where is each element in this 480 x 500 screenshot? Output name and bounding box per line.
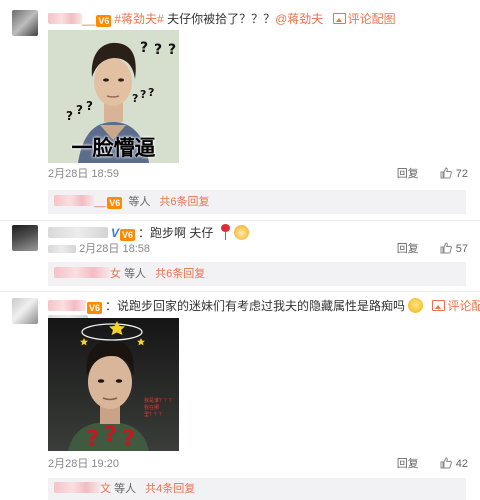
avatar[interactable] <box>12 298 38 324</box>
replies-count-link[interactable]: 共6条回复 <box>155 268 205 280</box>
time: 18:59 <box>91 168 119 180</box>
time: 18:58 <box>122 243 151 255</box>
thumbs-up-icon <box>440 167 452 179</box>
svg-text:?: ? <box>168 42 176 58</box>
comment-actions: 回复 57 <box>397 242 468 256</box>
svg-text:?: ? <box>66 109 73 123</box>
comment-image[interactable]: ? ? ? 我是谁？？？我在哪里？？？ <box>48 318 179 451</box>
reply-username-suffix: 女 <box>110 268 121 280</box>
vip-crown-icon: V6 <box>96 15 112 27</box>
username-blurred[interactable] <box>48 13 82 24</box>
comment-timestamp: 2月28日 18:59 <box>48 167 119 181</box>
replies-count-link[interactable]: 共4条回复 <box>145 483 195 495</box>
lost-man-meme: ? ? ? <box>48 318 179 451</box>
reply-username-suffix: __ <box>94 196 107 208</box>
svg-text:?: ? <box>104 423 117 448</box>
reply-username-blurred <box>54 195 94 206</box>
svg-text:?: ? <box>86 427 99 451</box>
thumbs-up-icon <box>440 457 452 469</box>
reply-button[interactable]: 回复 <box>397 168 419 180</box>
mention-link[interactable]: @蒋劲夫 <box>275 12 323 26</box>
svg-text:?: ? <box>148 86 154 99</box>
image-icon <box>332 13 346 24</box>
verified-badge-icon: V <box>111 226 120 240</box>
replies-summary[interactable]: __ V6 等人 共6条回复 <box>48 190 466 214</box>
reply-username-suffix: 文 <box>100 483 111 495</box>
svg-text:?: ? <box>140 40 148 56</box>
avatar[interactable] <box>12 10 38 36</box>
username-blurred[interactable] <box>48 300 86 311</box>
thinking-face-icon <box>408 298 424 313</box>
divider <box>0 220 480 221</box>
divider <box>0 291 480 292</box>
replies-suffix: 等人 <box>124 268 147 280</box>
svg-text:?: ? <box>76 103 83 117</box>
replies-count-link[interactable]: 共6条回复 <box>159 196 209 208</box>
svg-text:?: ? <box>122 427 135 451</box>
svg-text:?: ? <box>154 42 162 58</box>
like-button[interactable]: 42 <box>440 457 468 470</box>
replies-suffix: 等人 <box>114 483 137 495</box>
vip-crown-icon: V6 <box>120 229 136 241</box>
image-icon <box>432 300 446 311</box>
like-button[interactable]: 57 <box>440 242 468 255</box>
comment-header: __ V6 #蒋劲夫# 夫仔你被拾了？？？@蒋劲夫 评论配图 <box>48 10 396 28</box>
comment-timestamp: 2月28日 18:58 <box>48 242 150 256</box>
pic-link-label: 评论配图 <box>347 12 396 26</box>
time: 19:20 <box>91 458 119 470</box>
comment-text: 夫仔你被拾了？？？ <box>167 12 276 26</box>
thumbs-up-icon <box>440 242 452 254</box>
meme-overlay-text: 我是谁？？？我在哪里？？？ <box>144 398 175 418</box>
svg-text:?: ? <box>132 92 138 105</box>
like-count: 72 <box>455 168 468 180</box>
reply-username-blurred <box>54 482 100 493</box>
like-count: 57 <box>455 243 468 255</box>
date: 2月28日 <box>79 243 120 255</box>
username-blurred[interactable] <box>48 227 108 238</box>
replies-summary[interactable]: 文 等人 共4条回复 <box>48 478 466 500</box>
meme-caption: 一脸懵逼 <box>71 136 156 160</box>
comment-picture-link[interactable]: 评论配图 <box>332 12 396 26</box>
like-count: 42 <box>455 458 468 470</box>
pic-link-label: 评论配图 <box>447 299 480 313</box>
avatar[interactable] <box>12 225 38 251</box>
doge-icon <box>233 225 249 240</box>
username-blurred-line2 <box>48 245 76 253</box>
reply-button[interactable]: 回复 <box>397 458 419 470</box>
comment-actions: 回复 42 <box>397 457 468 471</box>
comment-header: V6：说跑步回家的迷妹们有考虑过我夫的隐藏属性是路痴吗 评论配图 <box>48 297 480 315</box>
topic-tag[interactable]: #蒋劲夫# <box>114 12 163 26</box>
comment-header: V V6 ：跑步啊 夫仔 <box>48 224 249 242</box>
comment-picture-link[interactable]: 评论配图 <box>432 299 480 313</box>
vip-crown-icon: V6 <box>107 197 123 209</box>
date: 2月28日 <box>48 168 89 180</box>
reply-username-blurred <box>54 267 110 278</box>
comment-image[interactable]: ? ? ? ? ? ? ? ? ? 一脸懵逼 <box>48 30 179 163</box>
comment-text: ：跑步啊 夫仔 <box>138 226 214 240</box>
comment-actions: 回复 72 <box>397 167 468 181</box>
replies-suffix: 等人 <box>128 196 151 208</box>
username-suffix[interactable]: __ <box>82 12 95 26</box>
rose-icon <box>220 224 231 240</box>
replies-summary[interactable]: 女 等人 共6条回复 <box>48 262 466 286</box>
comment-timestamp: 2月28日 19:20 <box>48 457 119 471</box>
date: 2月28日 <box>48 458 89 470</box>
vip-crown-icon: V6 <box>87 302 103 314</box>
svg-text:?: ? <box>86 99 93 113</box>
comment-text: ：说跑步回家的迷妹们有考虑过我夫的隐藏属性是路痴吗 <box>105 299 406 313</box>
svg-text:?: ? <box>140 88 146 101</box>
like-button[interactable]: 72 <box>440 167 468 180</box>
reply-button[interactable]: 回复 <box>397 243 419 255</box>
